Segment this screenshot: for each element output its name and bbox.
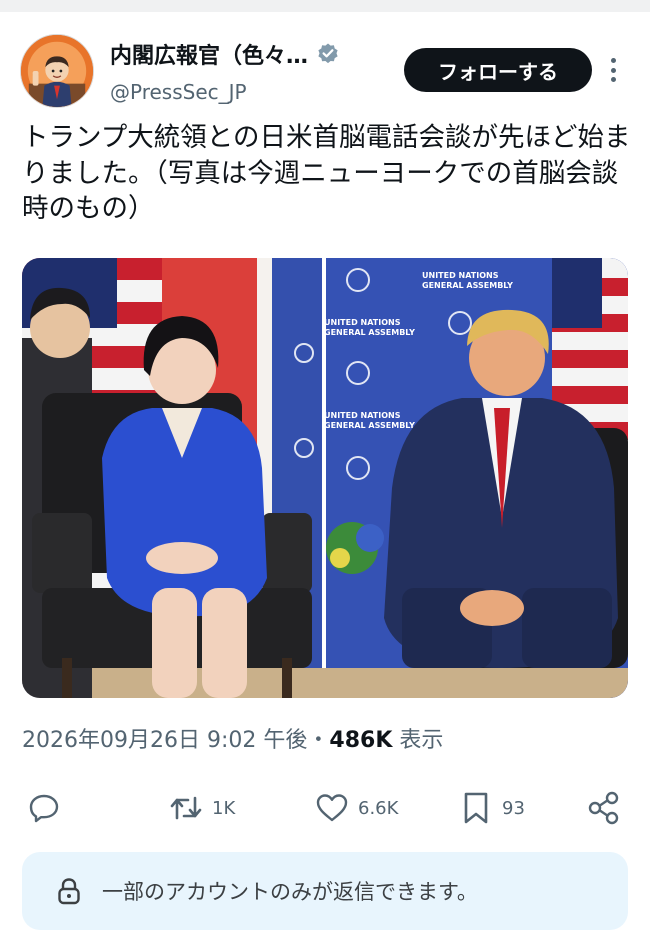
- tweet-time[interactable]: 9:02 午後: [207, 728, 307, 753]
- backdrop-label-5: UNITED NATIONS: [324, 411, 401, 420]
- view-count: 486K: [329, 728, 393, 753]
- reply-restriction-notice: 一部のアカウントのみが返信できます。: [22, 852, 628, 930]
- bookmark-button[interactable]: 93: [458, 786, 525, 830]
- heart-icon: [316, 794, 348, 822]
- like-button[interactable]: 6.6K: [314, 786, 398, 830]
- author-handle[interactable]: @PressSec_JP: [110, 80, 247, 104]
- more-options-icon[interactable]: [603, 54, 623, 86]
- backdrop-label-3: UNITED NATIONS: [324, 318, 401, 327]
- author-name-row[interactable]: 内閣広報官（色々…: [110, 38, 340, 70]
- tweet-text: トランプ大統領との日米首脳電話会談が先ほど始まりました。（写真は今週ニューヨーク…: [22, 122, 631, 224]
- tweet-meta: 2026年09月26日 9:02 午後・486K 表示: [22, 722, 443, 754]
- share-button[interactable]: [586, 786, 622, 830]
- tweet-photo[interactable]: UNITED NATIONS GENERAL ASSEMBLY UNITED N…: [22, 258, 628, 698]
- backdrop-label-6: GENERAL ASSEMBLY: [324, 421, 415, 430]
- share-icon: [588, 791, 619, 825]
- retweet-button[interactable]: 1K: [168, 786, 235, 830]
- bookmark-icon: [464, 792, 488, 824]
- backdrop-label-4: GENERAL ASSEMBLY: [324, 328, 415, 337]
- reply-restriction-text: 一部のアカウントのみが返信できます。: [102, 880, 478, 904]
- retweet-icon: [170, 796, 202, 820]
- lock-icon: [58, 878, 80, 905]
- follow-button[interactable]: フォローする: [404, 48, 592, 92]
- view-count-label: 表示: [399, 728, 444, 753]
- reply-button[interactable]: [26, 786, 62, 830]
- tweet-date[interactable]: 2026年09月26日: [22, 728, 200, 753]
- backdrop-label-1: UNITED NATIONS: [422, 271, 499, 280]
- meta-separator: ・: [307, 728, 330, 753]
- author-avatar[interactable]: [20, 34, 94, 108]
- bookmark-count: 93: [502, 797, 525, 819]
- status-strip: [0, 0, 650, 12]
- retweet-count: 1K: [212, 797, 236, 819]
- backdrop-label-2: GENERAL ASSEMBLY: [422, 281, 513, 290]
- action-bar: 1K 6.6K 93: [0, 786, 650, 830]
- author-name[interactable]: 内閣広報官（色々…: [110, 38, 308, 70]
- verified-badge-icon: [318, 43, 338, 64]
- meeting-photo-illustration: UNITED NATIONS GENERAL ASSEMBLY UNITED N…: [22, 258, 628, 698]
- like-count: 6.6K: [358, 797, 399, 819]
- reply-icon: [29, 794, 59, 823]
- avatar-illustration: [21, 35, 93, 107]
